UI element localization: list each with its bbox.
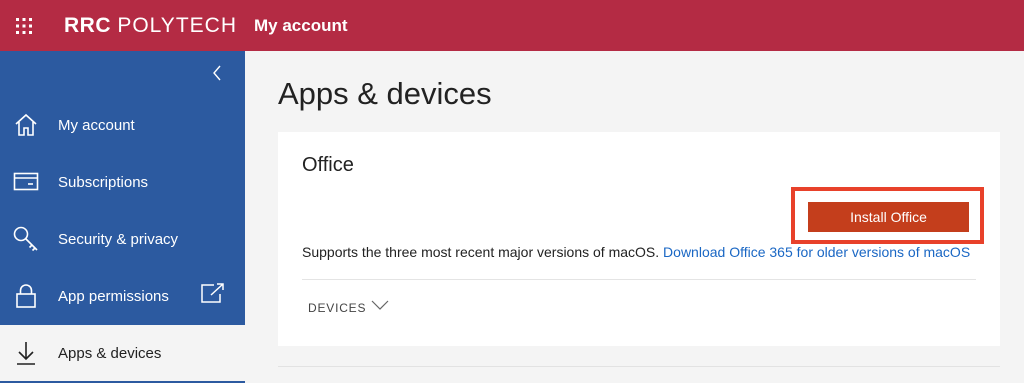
sidebar-item-label: My account: [58, 116, 135, 134]
sidebar-item-security-privacy[interactable]: Security & privacy: [0, 211, 245, 267]
sidebar: My account Subscriptions Security & priv…: [0, 51, 245, 383]
sidebar-item-label: Subscriptions: [58, 173, 149, 191]
external-link-icon[interactable]: [200, 282, 226, 309]
key-icon: [12, 225, 40, 253]
sidebar-item-label: Apps & devices: [58, 344, 162, 362]
devices-label: DEVICES: [308, 301, 367, 315]
app-launcher-icon[interactable]: [0, 0, 48, 51]
sidebar-item-app-permissions[interactable]: App permissions: [0, 268, 245, 324]
home-icon: [12, 111, 40, 139]
divider: [278, 366, 1000, 367]
download-older-versions-link[interactable]: Download Office 365 for older versions o…: [663, 244, 970, 260]
sidebar-item-subscriptions[interactable]: Subscriptions: [0, 154, 245, 210]
logo-bold-text: RRC: [64, 13, 111, 37]
page-title: Apps & devices: [278, 76, 492, 111]
card-title: Office: [302, 154, 354, 176]
support-text: Supports the three most recent major ver…: [302, 243, 974, 261]
card-icon: [12, 168, 40, 196]
sidebar-item-apps-devices[interactable]: Apps & devices: [0, 325, 245, 381]
devices-toggle[interactable]: DEVICES: [308, 300, 390, 315]
office-card: Office Install Office Supports the three…: [278, 132, 1000, 346]
logo-thin-text: POLYTECH: [117, 13, 237, 37]
app-title: My account: [254, 15, 348, 35]
lock-icon: [12, 282, 40, 310]
sidebar-item-label: Security & privacy: [58, 230, 179, 248]
support-description: Supports the three most recent major ver…: [302, 244, 660, 260]
top-bar: RRC POLYTECH My account: [0, 0, 1024, 51]
collapse-chevron-icon[interactable]: [208, 63, 228, 83]
sidebar-item-label: App permissions: [58, 287, 169, 305]
install-office-button[interactable]: Install Office: [808, 202, 969, 232]
sidebar-item-my-account[interactable]: My account: [0, 97, 245, 153]
chevron-down-icon: [371, 300, 389, 310]
rrc-logo[interactable]: RRC POLYTECH: [48, 0, 237, 51]
download-icon: [12, 339, 40, 367]
divider: [302, 279, 976, 280]
